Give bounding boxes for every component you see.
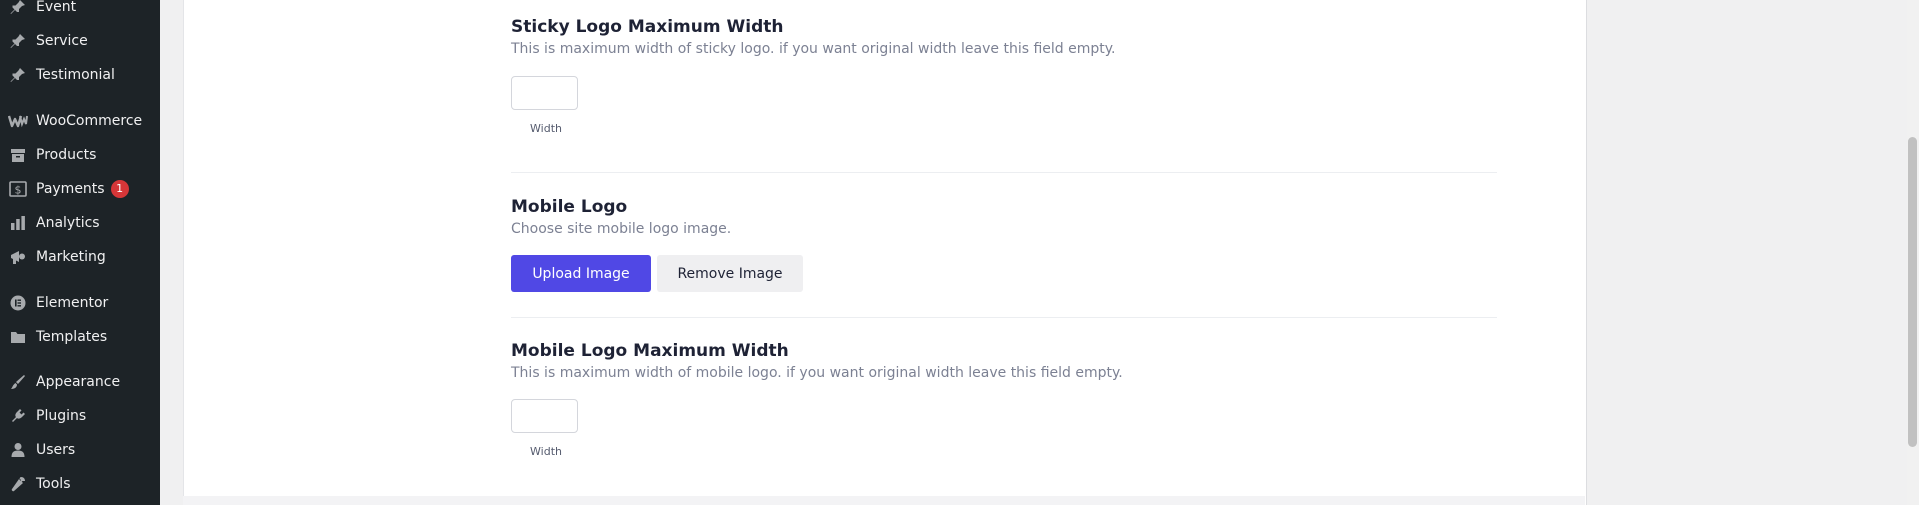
sidebar-item-label: Products [36, 147, 97, 163]
sticky-logo-width-section: Sticky Logo Maximum Width This is maximu… [511, 17, 1116, 57]
remove-image-button[interactable]: Remove Image [657, 255, 803, 292]
sidebar-item-label: Appearance [36, 374, 121, 390]
pin-icon [8, 31, 28, 51]
sidebar-item-woocommerce[interactable]: WooCommerce [0, 106, 160, 136]
notification-badge: 1 [110, 180, 129, 198]
sidebar-item-marketing[interactable]: Marketing [0, 242, 160, 272]
sidebar-item-label: Plugins [36, 408, 87, 424]
elementor-icon [8, 293, 28, 313]
section-title: Mobile Logo [511, 197, 628, 217]
upload-image-button[interactable]: Upload Image [511, 255, 651, 292]
svg-text:$: $ [15, 184, 22, 197]
section-description: This is maximum width of sticky logo. if… [511, 41, 1116, 57]
section-description: Choose site mobile logo image. [511, 221, 732, 237]
admin-sidebar: Event Service Testimonial WooCommerce Pr… [0, 0, 160, 505]
user-icon [8, 440, 28, 460]
bar-chart-icon [8, 213, 28, 233]
sidebar-item-event[interactable]: Event [0, 0, 160, 22]
section-title: Mobile Logo Maximum Width [511, 341, 789, 361]
sidebar-item-products[interactable]: Products [0, 140, 160, 170]
sidebar-item-plugins[interactable]: Plugins [0, 401, 160, 431]
sidebar-item-label: Payments [36, 181, 105, 197]
sidebar-item-service[interactable]: Service [0, 26, 160, 56]
sidebar-item-label: Service [36, 33, 88, 49]
sidebar-item-testimonial[interactable]: Testimonial [0, 60, 160, 90]
brush-icon [8, 372, 28, 392]
sidebar-item-label: WooCommerce [36, 113, 143, 129]
pin-icon [8, 0, 28, 17]
section-divider [511, 317, 1497, 318]
sidebar-item-label: Templates [36, 329, 108, 345]
sidebar-item-label: Event [36, 0, 77, 15]
sidebar-item-users[interactable]: Users [0, 435, 160, 465]
mobile-logo-width-section: Mobile Logo Maximum Width This is maximu… [511, 341, 1123, 381]
dollar-icon: $ [8, 179, 28, 199]
width-label: Width [530, 445, 562, 458]
sidebar-item-tools[interactable]: Tools [0, 469, 160, 499]
folder-icon [8, 327, 28, 347]
sidebar-item-label: Users [36, 442, 76, 458]
sidebar-item-label: Marketing [36, 249, 106, 265]
megaphone-icon [8, 247, 28, 267]
section-title: Sticky Logo Maximum Width [511, 17, 784, 37]
panel-footer-strip [183, 496, 1585, 505]
sidebar-item-label: Tools [36, 476, 71, 492]
plug-icon [8, 406, 28, 426]
woocommerce-icon [8, 111, 28, 131]
sidebar-item-analytics[interactable]: Analytics [0, 208, 160, 238]
archive-icon [8, 145, 28, 165]
sidebar-item-appearance[interactable]: Appearance [0, 367, 160, 397]
wrench-icon [8, 474, 28, 494]
sticky-logo-width-input[interactable] [511, 76, 578, 110]
mobile-logo-section: Mobile Logo Choose site mobile logo imag… [511, 197, 731, 237]
section-description: This is maximum width of mobile logo. if… [511, 365, 1123, 381]
sidebar-item-label: Testimonial [36, 67, 115, 83]
sidebar-item-label: Elementor [36, 295, 109, 311]
width-label: Width [530, 122, 562, 135]
sidebar-item-templates[interactable]: Templates [0, 322, 160, 352]
section-divider [511, 172, 1497, 173]
sidebar-item-elementor[interactable]: Elementor [0, 288, 160, 318]
mobile-logo-width-input[interactable] [511, 399, 578, 433]
sidebar-item-payments[interactable]: $ Payments 1 [0, 174, 160, 204]
scrollbar-thumb[interactable] [1908, 137, 1917, 447]
pin-icon [8, 65, 28, 85]
sidebar-item-label: Analytics [36, 215, 100, 231]
settings-panel [183, 0, 1587, 505]
